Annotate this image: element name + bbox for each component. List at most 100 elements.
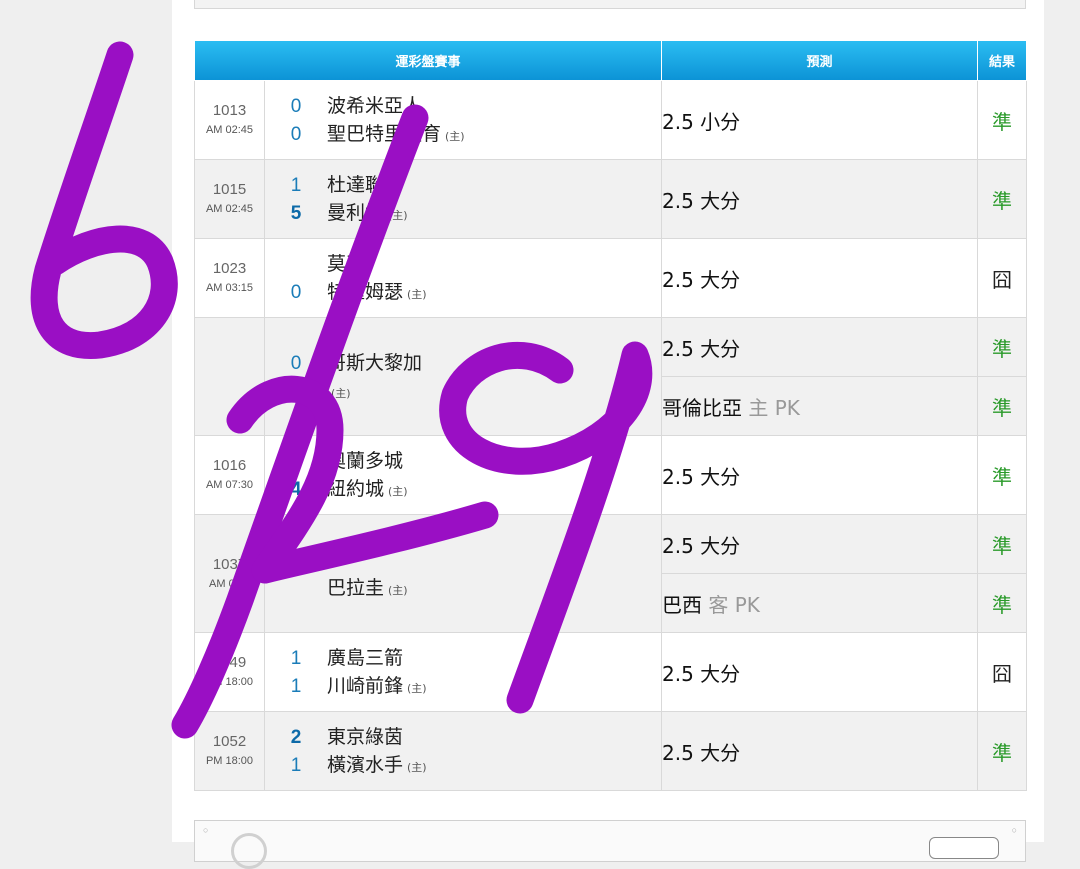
home-marker: (主): [445, 130, 465, 143]
result-cell: 準: [977, 317, 1028, 377]
prediction-text: 2.5 大分: [662, 464, 741, 489]
table-row[interactable]: 1016 AM 07:30 2 奧蘭多城 4 紐約城 (主) 2.5 大分 準: [194, 435, 1028, 515]
table-row[interactable]: 1037 AM 09:0 巴拉圭 (主) 2.5 大分準: [194, 514, 1028, 633]
result-cell: 準: [977, 376, 1028, 436]
result-cell: 準: [977, 514, 1028, 574]
home-marker: (主): [407, 288, 427, 301]
home-team-line: 1 川崎前鋒 (主): [265, 672, 661, 700]
prediction-text: 哥倫比亞: [662, 395, 743, 420]
header-match: 運彩盤賽事: [193, 41, 663, 81]
match-number: 1013: [212, 102, 247, 119]
match-number: 1037: [212, 555, 247, 573]
prediction-cell: 2.5 大分: [661, 159, 979, 239]
header-prediction: 預測: [661, 41, 979, 81]
result-cell: 囧: [977, 238, 1028, 318]
away-team-name: 莫迪: [327, 253, 366, 275]
match-number: 1052: [212, 733, 247, 750]
match-table: 運彩盤賽事 預測 結果 1013 AM 02:45 0 波希米亞人 0 聖巴特里體育 (主)…: [193, 41, 1028, 791]
prediction-cell: 巴西 客 PK: [661, 573, 979, 633]
match-time: AM 02:45: [205, 124, 254, 136]
match-time-cell: 1016 AM 07:30: [194, 435, 265, 515]
table-row[interactable]: 1013 AM 02:45 0 波希米亞人 0 聖巴特里體育 (主) 2.5 小分 準: [194, 80, 1028, 160]
prediction-text: 2.5 大分: [662, 533, 741, 558]
table-header-row: 運彩盤賽事 預測 結果: [193, 41, 1028, 81]
home-team-name: 曼利城: [327, 202, 385, 224]
prediction-text: 2.5 小分: [662, 109, 741, 134]
top-panel: [194, 0, 1026, 9]
result-cell: 準: [977, 573, 1028, 633]
result-cell: 準: [977, 159, 1028, 239]
prediction-cell: 2.5 大分: [661, 632, 979, 712]
home-score: 4: [290, 479, 302, 500]
away-team-name: 哥斯大黎加: [327, 351, 423, 374]
home-marker: (主): [407, 682, 427, 695]
match-time-cell: [194, 317, 265, 436]
home-team-name: 川崎前鋒: [327, 675, 404, 697]
prediction-cell: 哥倫比亞 主 PK: [661, 376, 979, 436]
home-team-name: 橫濱水手: [327, 754, 404, 776]
away-team-line: 0 波希米亞人: [265, 92, 661, 120]
home-marker: (主): [388, 583, 408, 597]
away-team-line: 莫迪: [265, 250, 661, 278]
home-team-name: 紐約城: [327, 478, 385, 500]
away-team-name: 廣島三箭: [327, 647, 404, 669]
table-row[interactable]: 1015 AM 02:45 1 杜達聯 5 曼利城 (主) 2.5 大分 準: [194, 159, 1028, 239]
match-time-cell: 1049 PM 18:00: [194, 632, 265, 712]
table-row[interactable]: 0 哥斯大黎加 (主) 2.5 大分準: [194, 317, 1028, 436]
away-score: 1: [290, 175, 302, 196]
digit-six: [30, 41, 178, 360]
match-time: AM 09:0: [209, 577, 250, 590]
prediction-text: 2.5 大分: [662, 661, 741, 686]
away-score: 2: [290, 727, 302, 748]
match-number: 1016: [212, 457, 247, 474]
prediction-cell: 2.5 大分: [661, 317, 979, 377]
home-team-line: 0 特羅姆瑟 (主): [265, 278, 661, 306]
match-time-cell: 1023 AM 03:15: [194, 238, 265, 318]
prediction-cell: 2.5 小分: [661, 80, 979, 160]
home-team-name: 特羅姆瑟: [327, 281, 404, 303]
match-time: AM 02:45: [205, 203, 254, 215]
away-team-name: 奧蘭多城: [327, 450, 404, 472]
prediction-cell: 2.5 大分: [661, 238, 979, 318]
result-cell: 囧: [977, 632, 1028, 712]
home-score: 0: [290, 124, 302, 145]
match-number: 1023: [212, 260, 247, 277]
result-cell: 準: [977, 711, 1028, 791]
away-score: 0: [290, 96, 302, 117]
match-time: PM 18:00: [205, 676, 254, 688]
home-score: 1: [290, 676, 302, 697]
prediction-suffix: 主 PK: [748, 395, 800, 420]
away-team-name: 杜達聯: [327, 174, 385, 196]
home-team-line: 巴拉圭 (主): [265, 574, 661, 602]
circle-icon[interactable]: [231, 833, 267, 869]
prediction-cell: 2.5 大分: [661, 514, 979, 574]
away-score: 2: [290, 451, 302, 472]
prediction-cell: 2.5 大分: [661, 435, 979, 515]
match-time: AM 07:30: [205, 479, 254, 491]
teams-cell: 2 東京綠茵 1 橫濱水手 (主): [263, 711, 663, 791]
table-row[interactable]: 1052 PM 18:00 2 東京綠茵 1 橫濱水手 (主) 2.5 大分 準: [194, 711, 1028, 791]
match-number: 1049: [212, 654, 247, 671]
table-row[interactable]: 1023 AM 03:15 莫迪 0 特羅姆瑟 (主) 2.5 大分 囧: [194, 238, 1028, 318]
bottom-panel: ○ ○: [194, 820, 1026, 869]
away-score: 1: [290, 648, 302, 669]
teams-cell: 2 奧蘭多城 4 紐約城 (主): [263, 435, 663, 515]
result-cell: 準: [977, 435, 1028, 515]
corner-dot-icon: ○: [1011, 825, 1017, 835]
home-team-name: 巴拉圭: [327, 576, 385, 599]
bottom-button[interactable]: [929, 837, 999, 859]
away-team-line: 1 廣島三箭: [265, 644, 661, 672]
prediction-text: 2.5 大分: [662, 740, 741, 765]
match-time-cell: 1013 AM 02:45: [194, 80, 265, 160]
match-time: AM 03:15: [205, 282, 254, 294]
home-marker: (主): [388, 485, 408, 498]
home-team-line: 1 橫濱水手 (主): [265, 751, 661, 779]
match-time: PM 18:00: [205, 755, 254, 767]
teams-cell: 莫迪 0 特羅姆瑟 (主): [263, 238, 663, 318]
prediction-text: 巴西: [662, 592, 703, 617]
corner-dot-icon: ○: [203, 825, 209, 835]
away-team-line: 2 東京綠茵: [265, 723, 661, 751]
table-row[interactable]: 1049 PM 18:00 1 廣島三箭 1 川崎前鋒 (主) 2.5 大分 囧: [194, 632, 1028, 712]
away-team-line: [265, 546, 661, 574]
prediction-text: 2.5 大分: [662, 188, 741, 213]
